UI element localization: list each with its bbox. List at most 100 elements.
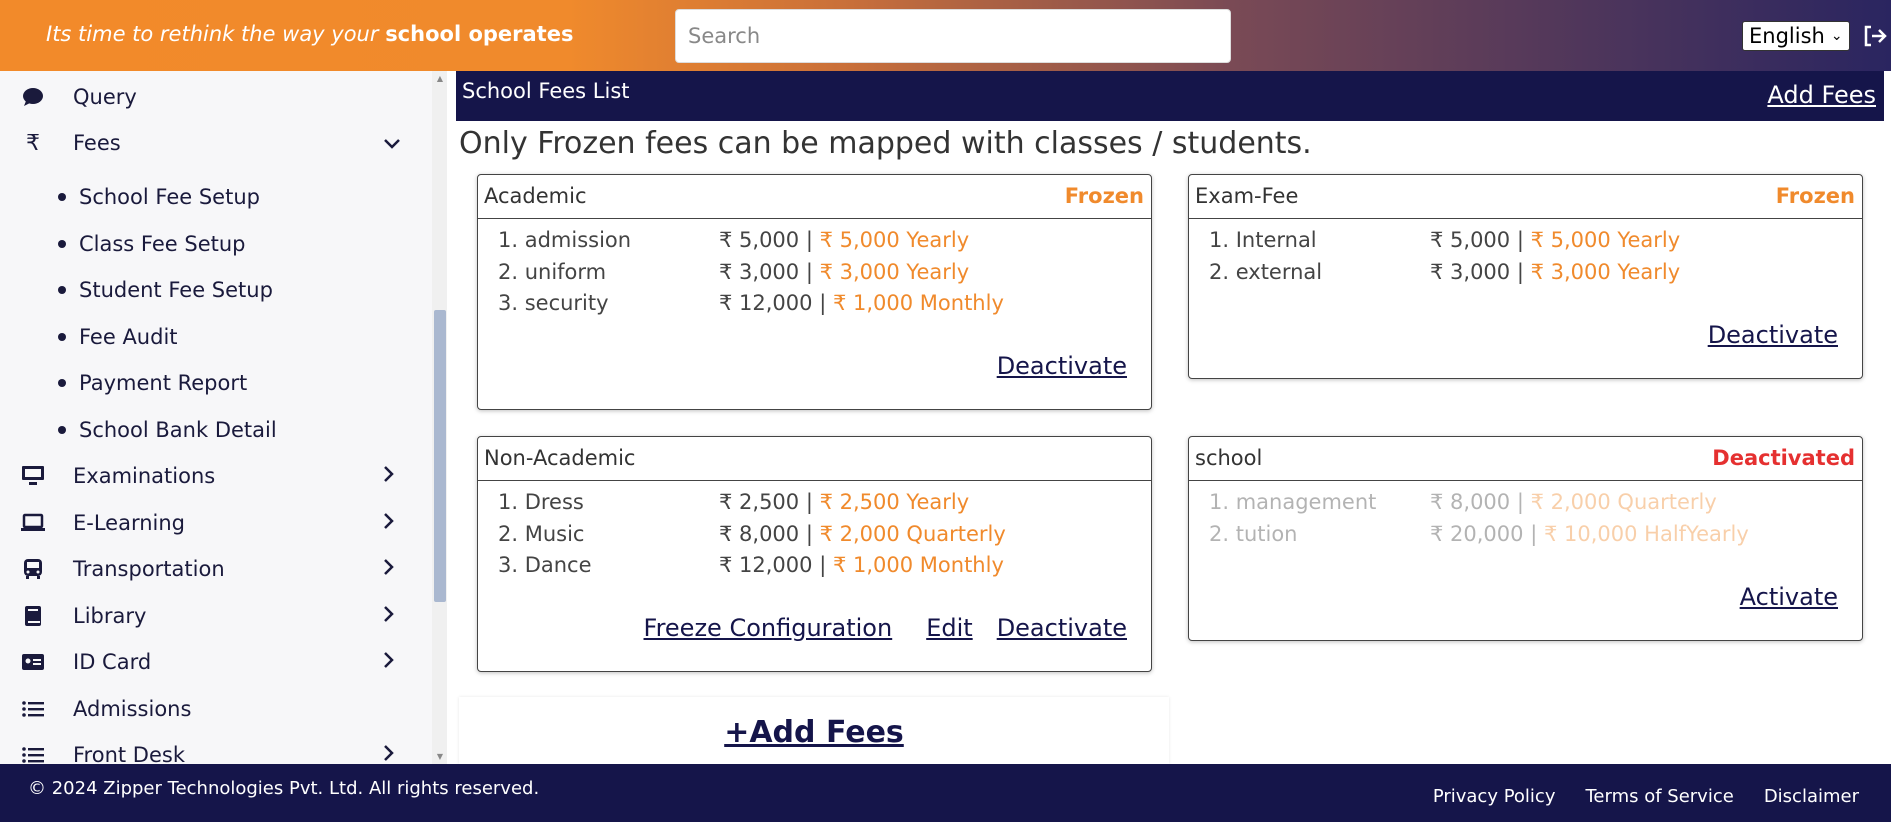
terms-of-service-link[interactable]: Terms of Service	[1585, 786, 1733, 807]
fee-label: 2. tution	[1209, 522, 1298, 546]
fee-row: 3. Dance ₹ 12,000 | ₹ 1,000 Monthly	[498, 553, 1138, 585]
page-title-bar: School Fees List Add Fees	[456, 71, 1884, 121]
laptop-icon	[20, 510, 46, 536]
subitem-label: Student Fee Setup	[79, 278, 273, 302]
sidebar-item-label: Fees	[73, 131, 121, 155]
deactivate-button[interactable]: Deactivate	[997, 352, 1127, 380]
card-actions: Deactivate	[1674, 321, 1838, 349]
fee-frequency: ₹ 2,500 Yearly	[819, 490, 970, 514]
status-badge: Deactivated	[1712, 446, 1855, 470]
fee-amount: ₹ 5,000 |	[1430, 228, 1524, 252]
fee-row: 2. tution ₹ 20,000 | ₹ 10,000 HalfYearly	[1209, 522, 1849, 554]
sidebar-subitem-payment-report[interactable]: Payment Report	[0, 363, 420, 403]
add-fees-button[interactable]: +Add Fees	[459, 715, 1169, 750]
sidebar-item-fees[interactable]: ₹ Fees	[0, 123, 420, 163]
card-actions: Deactivate	[963, 352, 1127, 380]
fee-card-academic: Academic Frozen 1. admission ₹ 5,000 | ₹ …	[477, 174, 1152, 410]
fee-amount: ₹ 12,000 |	[719, 291, 827, 315]
card-header: Non-Academic	[478, 437, 1151, 481]
fee-amount: ₹ 8,000 |	[1430, 490, 1524, 514]
monitor-icon	[20, 463, 46, 489]
fee-card-school: school Deactivated 1. management ₹ 8,000 …	[1188, 436, 1863, 641]
list-icon	[20, 742, 46, 764]
fee-card-non-academic: Non-Academic 1. Dress ₹ 2,500 | ₹ 2,500 Y…	[477, 436, 1152, 672]
language-select[interactable]: English ⌄	[1742, 21, 1850, 51]
sidebar-item-transportation[interactable]: Transportation	[0, 549, 420, 589]
fee-frequency: ₹ 1,000 Monthly	[832, 553, 1004, 577]
tagline-text: Its time to rethink the way your	[46, 22, 386, 46]
fee-frequency: ₹ 2,000 Quarterly	[1530, 490, 1717, 514]
fee-frequency: ₹ 5,000 Yearly	[1530, 228, 1681, 252]
main-content: School Fees List Add Fees Only Frozen fe…	[456, 71, 1886, 764]
page-title: School Fees List	[462, 79, 630, 103]
sidebar-item-admissions[interactable]: Admissions	[0, 689, 420, 729]
search-input[interactable]	[675, 9, 1231, 63]
logout-icon[interactable]	[1862, 24, 1888, 48]
fee-amount: ₹ 12,000 |	[719, 553, 827, 577]
sidebar-subitem-class-fee-setup[interactable]: Class Fee Setup	[0, 224, 420, 264]
fee-row: 1. Internal ₹ 5,000 | ₹ 5,000 Yearly	[1209, 228, 1849, 260]
deactivate-button[interactable]: Deactivate	[1708, 321, 1838, 349]
fee-row: 3. security ₹ 12,000 | ₹ 1,000 Monthly	[498, 291, 1138, 323]
chevron-right-icon	[383, 557, 395, 581]
activate-button[interactable]: Activate	[1740, 583, 1838, 611]
bullet-icon	[58, 240, 66, 248]
sidebar-item-id-card[interactable]: ID Card	[0, 642, 420, 682]
sidebar-item-front-desk[interactable]: Front Desk	[0, 735, 420, 764]
sidebar-item-examinations[interactable]: Examinations	[0, 456, 420, 496]
fee-card-exam-fee: Exam-Fee Frozen 1. Internal ₹ 5,000 | ₹ 5…	[1188, 174, 1863, 379]
book-icon	[20, 603, 46, 629]
fee-label: 3. security	[498, 291, 609, 315]
chevron-down-icon: ⌄	[1830, 28, 1843, 44]
card-name: school	[1195, 446, 1263, 470]
freeze-configuration-button[interactable]: Freeze Configuration	[644, 614, 893, 642]
fee-amount: ₹ 5,000 |	[719, 228, 813, 252]
fee-row: 2. external ₹ 3,000 | ₹ 3,000 Yearly	[1209, 260, 1849, 292]
sidebar-scrollbar-thumb[interactable]	[434, 310, 446, 602]
bullet-icon	[58, 333, 66, 341]
sidebar-subitem-student-fee-setup[interactable]: Student Fee Setup	[0, 270, 420, 310]
fee-label: 1. management	[1209, 490, 1377, 514]
id-card-icon	[20, 649, 46, 675]
fee-row: 1. management ₹ 8,000 | ₹ 2,000 Quarterly	[1209, 490, 1849, 522]
subitem-label: School Fee Setup	[79, 185, 260, 209]
bus-icon	[20, 556, 46, 582]
fee-amount: ₹ 2,500 |	[719, 490, 813, 514]
card-name: Exam-Fee	[1195, 184, 1299, 208]
subitem-label: Fee Audit	[79, 325, 178, 349]
fee-label: 2. Music	[498, 522, 585, 546]
sidebar-item-query[interactable]: Query	[0, 77, 420, 117]
sidebar-subitem-school-bank-detail[interactable]: School Bank Detail	[0, 410, 420, 450]
fee-label: 3. Dance	[498, 553, 592, 577]
deactivate-button[interactable]: Deactivate	[997, 614, 1127, 642]
card-actions: Freeze Configuration Edit Deactivate	[610, 614, 1127, 642]
card-name: Non-Academic	[484, 446, 636, 470]
fee-row: 1. admission ₹ 5,000 | ₹ 5,000 Yearly	[498, 228, 1138, 260]
fee-frequency: ₹ 3,000 Yearly	[1530, 260, 1681, 284]
fee-row: 2. Music ₹ 8,000 | ₹ 2,000 Quarterly	[498, 522, 1138, 554]
sidebar-item-e-learning[interactable]: E-Learning	[0, 503, 420, 543]
add-fees-link[interactable]: Add Fees	[1767, 81, 1876, 109]
status-badge: Frozen	[1064, 184, 1144, 208]
sidebar-item-label: Library	[73, 604, 147, 628]
sidebar-item-label: Query	[73, 85, 137, 109]
card-name: Academic	[484, 184, 587, 208]
sidebar: Query ₹ Fees School Fee Setup Class Fee …	[0, 71, 447, 764]
edit-button[interactable]: Edit	[926, 614, 972, 642]
chevron-right-icon	[383, 604, 395, 628]
notice-text: Only Frozen fees can be mapped with clas…	[459, 126, 1312, 161]
bullet-icon	[58, 286, 66, 294]
language-value: English	[1749, 24, 1825, 48]
fee-amount: ₹ 20,000 |	[1430, 522, 1538, 546]
card-actions: Activate	[1706, 583, 1838, 611]
sidebar-item-label: Admissions	[73, 697, 192, 721]
sidebar-subitem-fee-audit[interactable]: Fee Audit	[0, 317, 420, 357]
disclaimer-link[interactable]: Disclaimer	[1764, 786, 1859, 807]
tagline-bold: school operates	[385, 22, 574, 46]
sidebar-item-library[interactable]: Library	[0, 596, 420, 636]
scroll-down-icon[interactable]: ▼	[434, 752, 446, 761]
scroll-up-icon[interactable]: ▲	[434, 74, 446, 83]
fee-label: 1. Dress	[498, 490, 584, 514]
sidebar-subitem-school-fee-setup[interactable]: School Fee Setup	[0, 177, 420, 217]
privacy-policy-link[interactable]: Privacy Policy	[1433, 786, 1556, 807]
